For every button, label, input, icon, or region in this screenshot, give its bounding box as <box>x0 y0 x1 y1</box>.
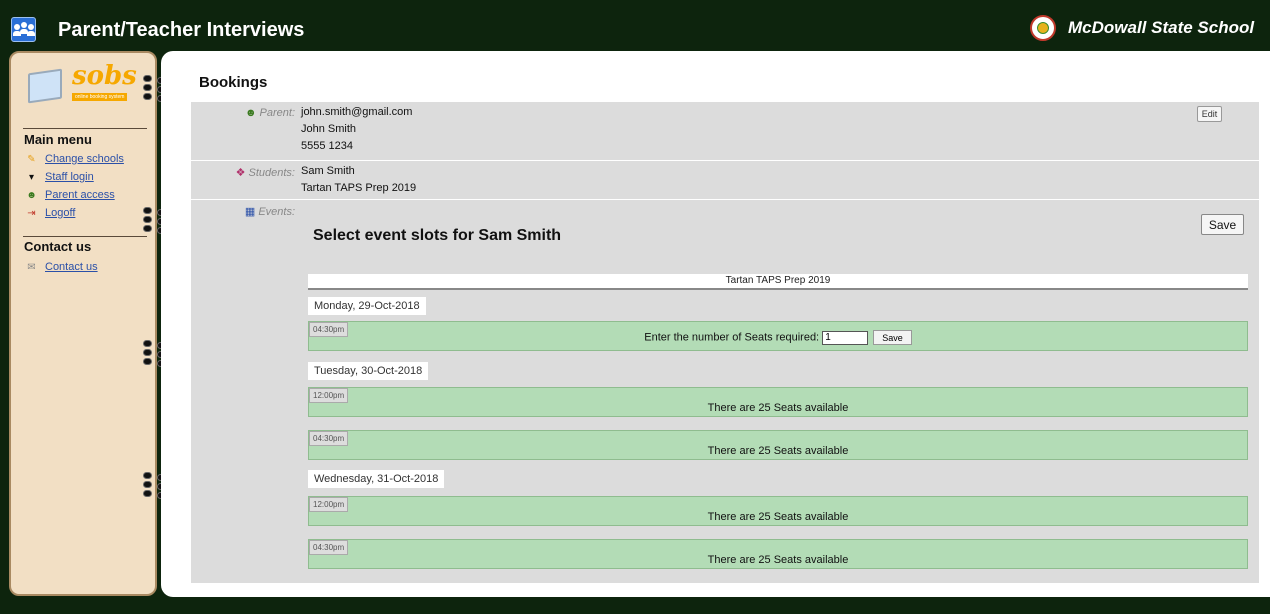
school-name: McDowall State School <box>1068 18 1255 37</box>
calendar-icon: ▦ <box>244 206 256 218</box>
student-name: Sam Smith <box>301 165 355 177</box>
events-label-text: Events: <box>258 206 295 218</box>
parent-email: john.smith@gmail.com <box>301 106 413 118</box>
parent-phone: 5555 1234 <box>301 140 353 152</box>
slot-time: 04:30pm <box>309 431 349 446</box>
seats-input[interactable] <box>822 330 869 345</box>
slot-save-button[interactable]: Save <box>873 330 912 345</box>
logoff-icon: ⇥ <box>27 207 36 219</box>
menu-item-change-schools[interactable]: ✎ Change schools <box>26 153 124 165</box>
main-panel: Bookings ☻ Parent: john.smith@gmail.com J… <box>161 51 1270 597</box>
slot-availability: There are 25 Seats available <box>707 511 849 523</box>
main-menu-heading: Main menu <box>24 132 92 147</box>
time-slot[interactable]: 04:30pm There are 25 Seats available <box>308 539 1248 569</box>
slot-time: 12:00pm <box>309 388 349 403</box>
logo-tagline: online booking system <box>72 93 128 101</box>
menu-item-label: Change schools <box>45 153 124 165</box>
students-label: ❖ Students: <box>185 166 295 179</box>
divider <box>23 128 147 129</box>
people-icon <box>11 17 36 42</box>
students-icon: ❖ <box>235 167 246 179</box>
time-slot: 04:30pm Enter the number of Seats requir… <box>308 321 1248 351</box>
menu-item-staff-login[interactable]: ▾ Staff login <box>26 171 94 183</box>
app-header: Parent/Teacher Interviews McDowall State… <box>0 0 1270 50</box>
parent-icon: ☻ <box>26 189 37 201</box>
staff-icon: ▾ <box>28 171 35 183</box>
save-button[interactable]: Save <box>1201 214 1244 235</box>
sidebar: sobs online booking system Main menu ✎ C… <box>9 51 157 596</box>
events-title: Select event slots for Sam Smith <box>313 227 562 244</box>
parent-label: ☻ Parent: <box>185 107 295 119</box>
day-label: Monday, 29-Oct-2018 <box>308 297 426 315</box>
menu-item-label: Logoff <box>45 207 76 219</box>
seats-form: Enter the number of Seats required: Save <box>309 330 1247 345</box>
menu-item-label: Parent access <box>45 189 115 201</box>
slot-availability: There are 25 Seats available <box>707 445 849 457</box>
pencil-icon: ✎ <box>27 153 36 165</box>
slot-time: 04:30pm <box>309 540 349 555</box>
slot-availability: There are 25 Seats available <box>707 554 849 566</box>
day-label: Wednesday, 31-Oct-2018 <box>308 470 445 488</box>
menu-item-logoff[interactable]: ⇥ Logoff <box>26 207 75 219</box>
menu-item-parent-access[interactable]: ☻ Parent access <box>26 189 115 201</box>
time-slot[interactable]: 12:00pm There are 25 Seats available <box>308 496 1248 526</box>
app-title: Parent/Teacher Interviews <box>58 19 305 41</box>
students-label-text: Students: <box>248 167 295 179</box>
seats-prompt: Enter the number of Seats required: <box>644 331 820 344</box>
events-label: ▦ Events: <box>185 205 295 218</box>
menu-item-label: Contact us <box>45 261 98 273</box>
menu-item-label: Staff login <box>45 171 94 183</box>
school-crest-icon <box>1030 15 1056 41</box>
menu-item-contact-us[interactable]: ✉ Contact us <box>26 261 98 273</box>
envelope-icon: ✉ <box>27 261 36 273</box>
edit-button[interactable]: Edit <box>1197 106 1222 122</box>
parent-label-text: Parent: <box>259 107 295 119</box>
time-slot[interactable]: 12:00pm There are 25 Seats available <box>308 387 1248 417</box>
page-title: Bookings <box>199 74 268 91</box>
slot-time: 12:00pm <box>309 497 349 512</box>
day-label: Tuesday, 30-Oct-2018 <box>308 362 429 380</box>
student-event: Tartan TAPS Prep 2019 <box>301 182 417 194</box>
time-slot[interactable]: 04:30pm There are 25 Seats available <box>308 430 1248 460</box>
sobs-logo[interactable]: sobs online booking system <box>24 61 146 113</box>
contact-heading: Contact us <box>24 239 92 254</box>
slot-availability: There are 25 Seats available <box>707 402 849 414</box>
divider <box>23 236 147 237</box>
parent-icon: ☻ <box>244 107 257 119</box>
event-name-header: Tartan TAPS Prep 2019 <box>308 274 1248 290</box>
parent-name: John Smith <box>301 123 357 135</box>
book-icon <box>28 68 62 104</box>
logo-text: sobs <box>72 61 137 91</box>
